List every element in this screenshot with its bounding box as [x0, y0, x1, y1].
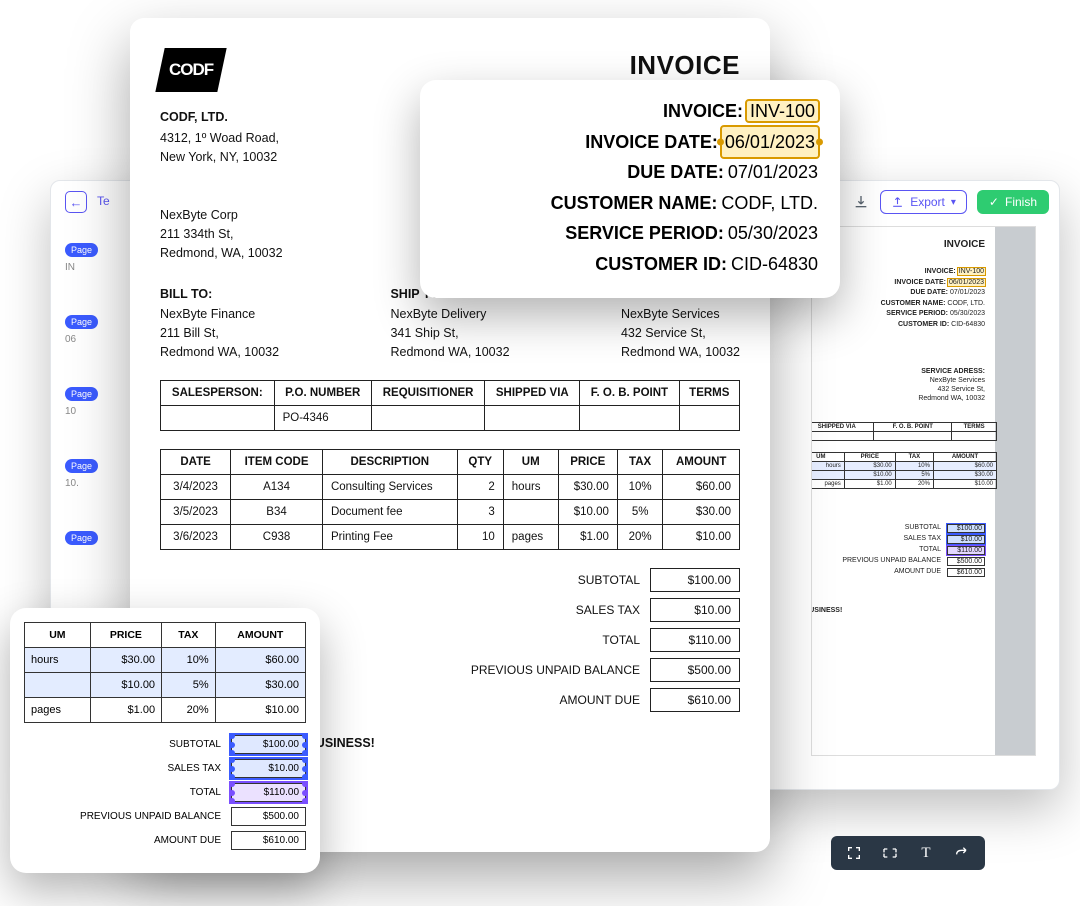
invoice-title: INVOICE: [630, 50, 740, 81]
mini-thanks: YOUR BUSINESS!: [811, 607, 842, 614]
mini-items-table: QTYUMPRICETAXAMOUNT2hours$30.0010%$60.00…: [811, 452, 997, 489]
crop-table: UMPRICETAXAMOUNT hours$30.0010%$60.00$10…: [24, 622, 306, 723]
mini-service-address: SERVICE ADRESS: NexByte Services 432 Ser…: [918, 367, 985, 403]
export-button[interactable]: Export ▾: [880, 190, 967, 214]
fullscreen-icon[interactable]: [845, 844, 863, 862]
export-label: Export: [910, 195, 945, 209]
items-table: DATEITEM CODEDESCRIPTIONQTYUMPRICETAXAMO…: [160, 449, 740, 550]
text-tool-icon[interactable]: T: [917, 844, 935, 862]
selection-subtotal[interactable]: $100.00: [231, 735, 306, 754]
crop-totals: SUBTOTAL $100.00 SALES TAX $10.00 TOTAL …: [24, 735, 306, 850]
fit-width-icon[interactable]: [881, 844, 899, 862]
check-icon: ✓: [989, 195, 999, 209]
finish-label: Finish: [1005, 195, 1037, 209]
download-icon[interactable]: [852, 193, 870, 211]
company-logo: CODF: [155, 48, 226, 92]
document-preview[interactable]: INVOICE INVOICE: INV-100INVOICE DATE: 06…: [811, 226, 1036, 756]
scrollbar[interactable]: [995, 227, 1035, 755]
chevron-down-icon: ▾: [951, 197, 956, 208]
back-button[interactable]: ←: [65, 191, 87, 213]
tab-label: Te: [97, 194, 110, 208]
meta-table: SALESPERSON:P.O. NUMBERREQUISITIONERSHIP…: [160, 380, 740, 431]
mini-totals: SUBTOTAL$100.00 SALES TAX$10.00 TOTAL$11…: [842, 522, 985, 579]
mini-meta-table: NERSHIPPED VIAF. O. B. POINTTERMS10032: [811, 422, 997, 441]
bill-to: BILL TO:NexByte Finance211 Bill St,Redmo…: [160, 285, 279, 362]
floating-toolbar: T: [831, 836, 985, 870]
highlight-invoice-date[interactable]: 06/01/2023: [722, 127, 818, 158]
mini-meta: INVOICE: INV-100INVOICE DATE: 06/01/2023…: [881, 267, 985, 330]
table-crop-popout: UMPRICETAXAMOUNT hours$30.0010%$60.00$10…: [10, 608, 320, 873]
selection-tax[interactable]: $10.00: [231, 759, 306, 778]
mini-title: INVOICE: [944, 239, 985, 250]
highlight-invoice-number[interactable]: INV-100: [747, 101, 818, 121]
invoice-detail-popout: INVOICE:INV-100 INVOICE DATE:06/01/2023 …: [420, 80, 840, 298]
finish-button[interactable]: ✓ Finish: [977, 190, 1049, 214]
selection-total[interactable]: $110.00: [231, 783, 306, 802]
return-arrow-icon[interactable]: [953, 844, 971, 862]
